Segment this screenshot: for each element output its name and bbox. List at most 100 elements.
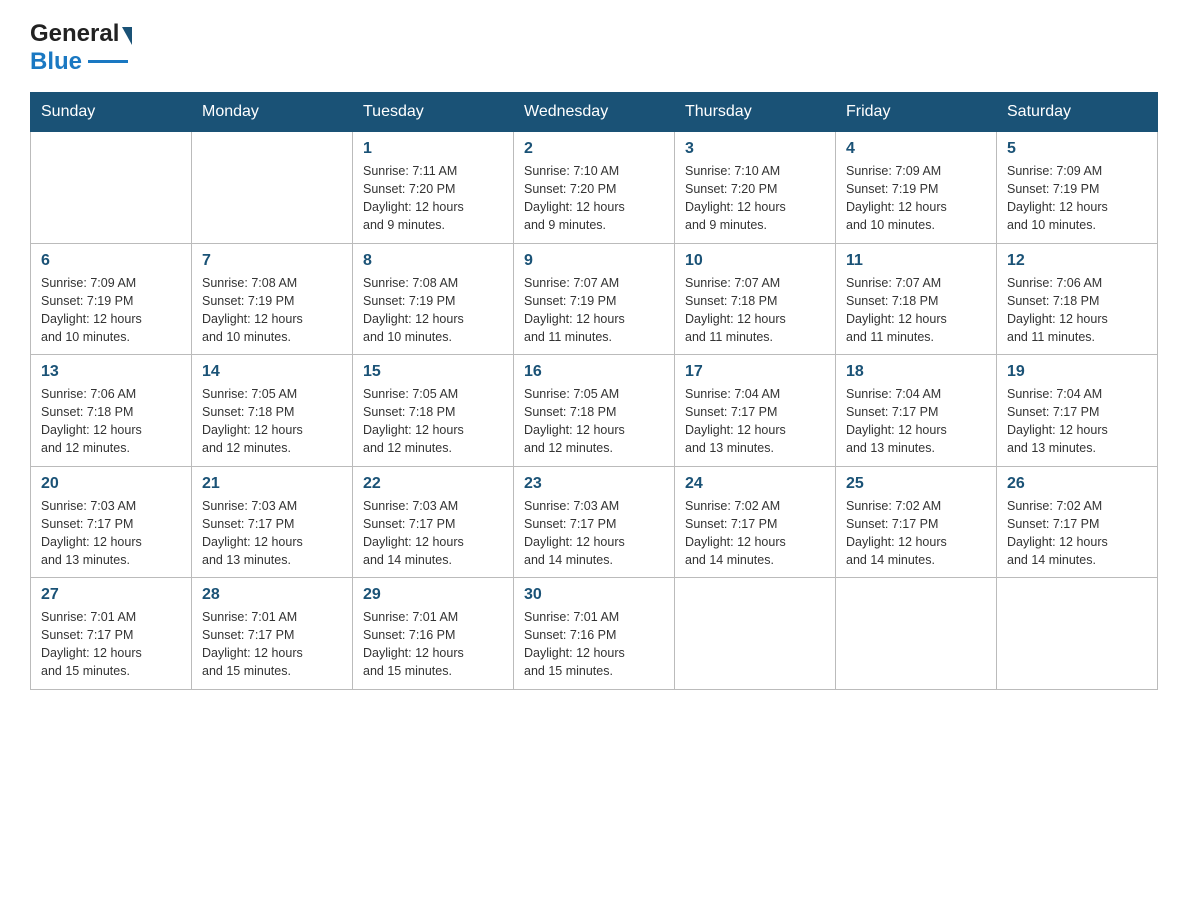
calendar-cell: 29 Sunrise: 7:01 AM Sunset: 7:16 PM Dayli… (353, 578, 514, 690)
weekday-header-monday: Monday (192, 93, 353, 132)
calendar-table: SundayMondayTuesdayWednesdayThursdayFrid… (30, 92, 1158, 690)
logo-underline (88, 60, 128, 63)
calendar-week-3: 13 Sunrise: 7:06 AM Sunset: 7:18 PM Dayli… (31, 355, 1158, 467)
day-number: 7 (202, 252, 342, 270)
calendar-cell: 18Sunrise: 7:04 AM Sunset: 7:17 PM Dayli… (836, 355, 997, 467)
calendar-cell: 28 Sunrise: 7:01 AM Sunset: 7:17 PM Dayli… (192, 578, 353, 690)
calendar-cell: 21 Sunrise: 7:03 AM Sunset: 7:17 PM Dayli… (192, 466, 353, 578)
calendar-cell: 20Sunrise: 7:03 AM Sunset: 7:17 PM Dayli… (31, 466, 192, 578)
calendar-cell (836, 578, 997, 690)
day-info: Sunrise: 7:09 AM Sunset: 7:19 PM Dayligh… (846, 162, 986, 235)
calendar-cell: 4 Sunrise: 7:09 AM Sunset: 7:19 PM Daylig… (836, 132, 997, 244)
day-number: 30 (524, 586, 664, 604)
calendar-cell: 16Sunrise: 7:05 AM Sunset: 7:18 PM Dayli… (514, 355, 675, 467)
day-info: Sunrise: 7:10 AM Sunset: 7:20 PM Dayligh… (524, 162, 664, 235)
day-info: Sunrise: 7:09 AM Sunset: 7:19 PM Dayligh… (1007, 162, 1147, 235)
calendar-cell: 12 Sunrise: 7:06 AM Sunset: 7:18 PM Dayli… (997, 243, 1158, 355)
calendar-cell: 19Sunrise: 7:04 AM Sunset: 7:17 PM Dayli… (997, 355, 1158, 467)
calendar-cell: 9Sunrise: 7:07 AM Sunset: 7:19 PM Daylig… (514, 243, 675, 355)
calendar-cell: 15 Sunrise: 7:05 AM Sunset: 7:18 PM Dayli… (353, 355, 514, 467)
calendar-cell: 8 Sunrise: 7:08 AM Sunset: 7:19 PM Daylig… (353, 243, 514, 355)
day-number: 4 (846, 140, 986, 158)
weekday-header-thursday: Thursday (675, 93, 836, 132)
day-info: Sunrise: 7:08 AM Sunset: 7:19 PM Dayligh… (363, 274, 503, 347)
day-number: 22 (363, 475, 503, 493)
weekday-header-sunday: Sunday (31, 93, 192, 132)
day-number: 21 (202, 475, 342, 493)
day-number: 23 (524, 475, 664, 493)
calendar-week-4: 20 Sunrise: 7:03 AM Sunset: 7:17 PM Dayli… (31, 466, 1158, 578)
day-number: 8 (363, 252, 503, 270)
day-number: 2 (524, 140, 664, 158)
weekday-header-tuesday: Tuesday (353, 93, 514, 132)
day-info: Sunrise: 7:03 AM Sunset: 7:17 PM Dayligh… (363, 497, 503, 570)
calendar-cell (31, 132, 192, 244)
calendar-cell: 25Sunrise: 7:02 AM Sunset: 7:17 PM Dayli… (836, 466, 997, 578)
weekday-header-saturday: Saturday (997, 93, 1158, 132)
day-number: 28 (202, 586, 342, 604)
day-info: Sunrise: 7:03 AM Sunset: 7:17 PM Dayligh… (524, 497, 664, 570)
day-info: Sunrise: 7:02 AM Sunset: 7:17 PM Dayligh… (685, 497, 825, 570)
calendar-cell: 27Sunrise: 7:01 AM Sunset: 7:17 PM Dayli… (31, 578, 192, 690)
calendar-cell: 5 Sunrise: 7:09 AM Sunset: 7:19 PM Daylig… (997, 132, 1158, 244)
day-info: Sunrise: 7:07 AM Sunset: 7:18 PM Dayligh… (685, 274, 825, 347)
calendar-cell: 1Sunrise: 7:11 AM Sunset: 7:20 PM Daylig… (353, 132, 514, 244)
day-number: 1 (363, 140, 503, 158)
logo-general-text: General (30, 20, 119, 48)
day-info: Sunrise: 7:06 AM Sunset: 7:18 PM Dayligh… (1007, 274, 1147, 347)
day-number: 20 (41, 475, 181, 493)
day-number: 10 (685, 252, 825, 270)
day-info: Sunrise: 7:05 AM Sunset: 7:18 PM Dayligh… (363, 385, 503, 458)
day-number: 26 (1007, 475, 1147, 493)
day-number: 18 (846, 363, 986, 381)
day-info: Sunrise: 7:02 AM Sunset: 7:17 PM Dayligh… (1007, 497, 1147, 570)
day-number: 9 (524, 252, 664, 270)
calendar-week-2: 6Sunrise: 7:09 AM Sunset: 7:19 PM Daylig… (31, 243, 1158, 355)
calendar-cell: 24 Sunrise: 7:02 AM Sunset: 7:17 PM Dayli… (675, 466, 836, 578)
weekday-header-wednesday: Wednesday (514, 93, 675, 132)
calendar-cell: 30 Sunrise: 7:01 AM Sunset: 7:16 PM Dayli… (514, 578, 675, 690)
day-info: Sunrise: 7:08 AM Sunset: 7:19 PM Dayligh… (202, 274, 342, 347)
day-info: Sunrise: 7:01 AM Sunset: 7:17 PM Dayligh… (202, 608, 342, 681)
day-info: Sunrise: 7:05 AM Sunset: 7:18 PM Dayligh… (202, 385, 342, 458)
day-number: 5 (1007, 140, 1147, 158)
day-number: 3 (685, 140, 825, 158)
day-info: Sunrise: 7:01 AM Sunset: 7:17 PM Dayligh… (41, 608, 181, 681)
calendar-cell: 6Sunrise: 7:09 AM Sunset: 7:19 PM Daylig… (31, 243, 192, 355)
calendar-cell: 23 Sunrise: 7:03 AM Sunset: 7:17 PM Dayli… (514, 466, 675, 578)
day-number: 17 (685, 363, 825, 381)
day-number: 24 (685, 475, 825, 493)
day-number: 11 (846, 252, 986, 270)
calendar-cell: 13 Sunrise: 7:06 AM Sunset: 7:18 PM Dayli… (31, 355, 192, 467)
day-info: Sunrise: 7:05 AM Sunset: 7:18 PM Dayligh… (524, 385, 664, 458)
day-info: Sunrise: 7:01 AM Sunset: 7:16 PM Dayligh… (524, 608, 664, 681)
calendar-cell: 7 Sunrise: 7:08 AM Sunset: 7:19 PM Daylig… (192, 243, 353, 355)
day-number: 29 (363, 586, 503, 604)
day-number: 19 (1007, 363, 1147, 381)
day-number: 15 (363, 363, 503, 381)
calendar-cell: 11 Sunrise: 7:07 AM Sunset: 7:18 PM Dayli… (836, 243, 997, 355)
calendar-cell: 26 Sunrise: 7:02 AM Sunset: 7:17 PM Dayli… (997, 466, 1158, 578)
day-number: 14 (202, 363, 342, 381)
calendar-cell (997, 578, 1158, 690)
logo-triangle-icon (122, 27, 132, 45)
day-number: 12 (1007, 252, 1147, 270)
calendar-cell (192, 132, 353, 244)
calendar-cell: 22 Sunrise: 7:03 AM Sunset: 7:17 PM Dayli… (353, 466, 514, 578)
day-number: 13 (41, 363, 181, 381)
day-info: Sunrise: 7:09 AM Sunset: 7:19 PM Dayligh… (41, 274, 181, 347)
day-info: Sunrise: 7:10 AM Sunset: 7:20 PM Dayligh… (685, 162, 825, 235)
calendar-cell: 10 Sunrise: 7:07 AM Sunset: 7:18 PM Dayli… (675, 243, 836, 355)
page-header: General Blue (30, 20, 1158, 76)
logo: General Blue (30, 20, 133, 76)
calendar-cell: 17 Sunrise: 7:04 AM Sunset: 7:17 PM Dayli… (675, 355, 836, 467)
day-info: Sunrise: 7:03 AM Sunset: 7:17 PM Dayligh… (202, 497, 342, 570)
logo-blue-text: Blue (30, 48, 88, 76)
day-info: Sunrise: 7:07 AM Sunset: 7:18 PM Dayligh… (846, 274, 986, 347)
day-info: Sunrise: 7:06 AM Sunset: 7:18 PM Dayligh… (41, 385, 181, 458)
day-info: Sunrise: 7:01 AM Sunset: 7:16 PM Dayligh… (363, 608, 503, 681)
day-info: Sunrise: 7:04 AM Sunset: 7:17 PM Dayligh… (685, 385, 825, 458)
calendar-cell: 3 Sunrise: 7:10 AM Sunset: 7:20 PM Daylig… (675, 132, 836, 244)
calendar-body: 1Sunrise: 7:11 AM Sunset: 7:20 PM Daylig… (31, 132, 1158, 690)
day-number: 25 (846, 475, 986, 493)
